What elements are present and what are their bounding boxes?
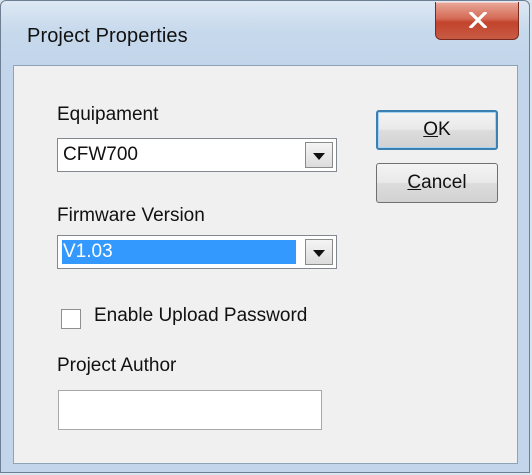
- upload-password-checkbox[interactable]: [61, 309, 81, 329]
- close-button[interactable]: [435, 2, 519, 40]
- author-input[interactable]: [58, 390, 322, 430]
- ok-mnemonic: O: [423, 119, 439, 140]
- dialog-client-area: Equipament CFW700 Firmware Version V1.03…: [13, 65, 518, 464]
- ok-label-rest: K: [438, 119, 451, 140]
- ok-button[interactable]: OK: [376, 110, 498, 150]
- equipment-label: Equipament: [57, 104, 159, 125]
- equipment-value: CFW700: [63, 144, 138, 165]
- firmware-dropdown-arrow[interactable]: [305, 239, 333, 265]
- firmware-label: Firmware Version: [57, 205, 205, 226]
- close-icon: [468, 12, 488, 28]
- author-label: Project Author: [57, 355, 177, 376]
- window-title: Project Properties: [27, 25, 188, 47]
- cancel-mnemonic: C: [407, 172, 422, 193]
- equipment-select[interactable]: CFW700: [57, 138, 337, 172]
- equipment-dropdown-arrow[interactable]: [305, 142, 333, 168]
- cancel-label-rest: ancel: [421, 172, 467, 193]
- title-bar[interactable]: Project Properties: [1, 1, 529, 65]
- project-properties-dialog: Project Properties Equipament CFW700 Fir…: [0, 0, 530, 473]
- upload-password-label[interactable]: Enable Upload Password: [94, 305, 307, 327]
- firmware-value: V1.03: [62, 240, 296, 264]
- cancel-button[interactable]: Cancel: [376, 163, 498, 203]
- firmware-select[interactable]: V1.03: [57, 235, 337, 269]
